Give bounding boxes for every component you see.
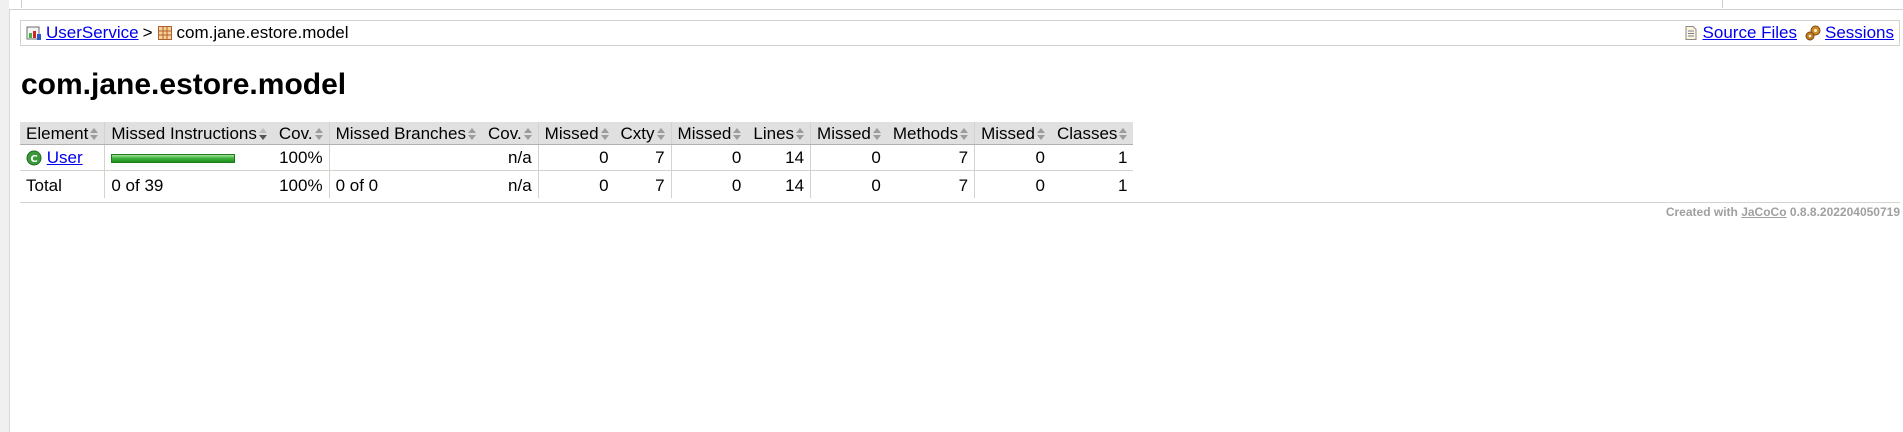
breadcrumb-separator: > bbox=[142, 23, 153, 42]
total-missed-branches: 0 of 0 bbox=[328, 170, 482, 198]
total-lines: 14 bbox=[785, 175, 805, 195]
breadcrumb-root-link[interactable]: UserService bbox=[46, 23, 139, 43]
header-missed-methods[interactable]: Missed bbox=[810, 122, 887, 145]
instruction-coverage-bar-cell bbox=[104, 144, 273, 171]
total-branch-coverage: n/a bbox=[508, 175, 532, 195]
classes-cell: 1 bbox=[1050, 144, 1134, 171]
left-gutter bbox=[0, 0, 10, 432]
page-title: com.jane.estore.model bbox=[21, 68, 347, 101]
total-label: Total bbox=[26, 175, 62, 195]
total-classes: 1 bbox=[1117, 175, 1128, 195]
total-methods: 7 bbox=[958, 175, 969, 195]
breadcrumb: UserService > com.jane.estore.model bbox=[26, 23, 349, 43]
table-row: C User 100% n/a 0 7 0 14 0 7 0 1 bbox=[20, 144, 1134, 171]
sort-icon bbox=[796, 128, 805, 141]
breadcrumb-bar: UserService > com.jane.estore.model Sour… bbox=[20, 20, 1900, 46]
sort-icon bbox=[314, 128, 323, 141]
sort-icon bbox=[960, 128, 969, 141]
sort-icon bbox=[600, 128, 609, 141]
source-files-icon bbox=[1683, 25, 1699, 41]
footer-prefix: Created with bbox=[1665, 205, 1738, 219]
sort-icon bbox=[467, 128, 476, 141]
missed-lines-cell: 0 bbox=[670, 144, 748, 171]
methods-cell: 7 bbox=[886, 144, 975, 171]
total-missed-complexity: 0 bbox=[537, 170, 615, 198]
top-strip bbox=[9, 0, 1903, 10]
header-missed-complexity[interactable]: Missed bbox=[537, 122, 615, 145]
total-missed-classes: 0 bbox=[974, 170, 1051, 198]
branch-coverage-cell: n/a bbox=[481, 144, 539, 171]
header-classes[interactable]: Classes bbox=[1050, 122, 1134, 145]
header-instruction-coverage[interactable]: Cov. bbox=[272, 122, 330, 145]
header-element[interactable]: Element bbox=[20, 122, 105, 145]
package-icon bbox=[157, 25, 173, 41]
report-content: UserService > com.jane.estore.model Sour… bbox=[20, 20, 1900, 219]
coverage-bar-covered bbox=[111, 153, 236, 163]
class-link-user[interactable]: User bbox=[47, 148, 83, 167]
total-instruction-coverage: 100% bbox=[279, 175, 323, 195]
header-complexity[interactable]: Cxty bbox=[614, 122, 672, 145]
header-missed-classes[interactable]: Missed bbox=[974, 122, 1051, 145]
header-branch-coverage[interactable]: Cov. bbox=[481, 122, 539, 145]
sort-icon bbox=[1119, 128, 1128, 141]
header-missed-instructions[interactable]: Missed Instructions bbox=[104, 122, 273, 145]
header-missed-branches[interactable]: Missed Branches bbox=[328, 122, 482, 145]
instruction-coverage-cell: 100% bbox=[272, 144, 330, 171]
table-header-row: Element Missed Instructions Cov. Missed … bbox=[20, 122, 1134, 145]
sort-icon bbox=[872, 128, 881, 141]
coverage-table: Element Missed Instructions Cov. Missed … bbox=[20, 122, 1134, 198]
sort-icon bbox=[90, 128, 99, 141]
info-links: Source Files Sessions bbox=[1683, 23, 1894, 43]
missed-complexity-cell: 0 bbox=[537, 144, 615, 171]
total-complexity: 7 bbox=[655, 175, 665, 195]
element-cell: C User bbox=[20, 144, 105, 171]
svg-text:C: C bbox=[30, 154, 37, 165]
sessions-icon bbox=[1805, 25, 1821, 41]
jacoco-link[interactable]: JaCoCo bbox=[1741, 205, 1786, 219]
sort-descending-icon bbox=[258, 128, 267, 141]
header-methods[interactable]: Methods bbox=[886, 122, 975, 145]
sort-icon bbox=[523, 128, 532, 141]
breadcrumb-current: com.jane.estore.model bbox=[176, 23, 349, 42]
sort-icon bbox=[733, 128, 742, 141]
footer-version: 0.8.8.202204050719 bbox=[1789, 205, 1900, 219]
class-icon: C bbox=[26, 150, 42, 166]
header-missed-lines[interactable]: Missed bbox=[670, 122, 748, 145]
complexity-cell: 7 bbox=[614, 144, 672, 171]
table-total-row: Total 0 of 39 100% 0 of 0 n/a 0 7 0 14 0… bbox=[20, 170, 1133, 198]
missed-branches-cell bbox=[328, 144, 482, 171]
total-missed-methods: 0 bbox=[810, 170, 887, 198]
header-lines[interactable]: Lines bbox=[747, 122, 811, 145]
missed-classes-cell: 0 bbox=[974, 144, 1051, 171]
footer: Created with JaCoCo 0.8.8.202204050719 bbox=[20, 202, 1900, 219]
coverage-bar bbox=[111, 153, 236, 163]
lines-cell: 14 bbox=[747, 144, 811, 171]
total-missed-lines: 0 bbox=[670, 170, 748, 198]
sort-icon bbox=[1036, 128, 1045, 141]
sort-icon bbox=[656, 128, 665, 141]
source-files-link[interactable]: Source Files bbox=[1703, 23, 1797, 43]
missed-methods-cell: 0 bbox=[810, 144, 887, 171]
total-missed-instructions: 0 of 39 bbox=[104, 170, 273, 198]
report-icon bbox=[26, 25, 42, 41]
sessions-link[interactable]: Sessions bbox=[1825, 23, 1894, 43]
